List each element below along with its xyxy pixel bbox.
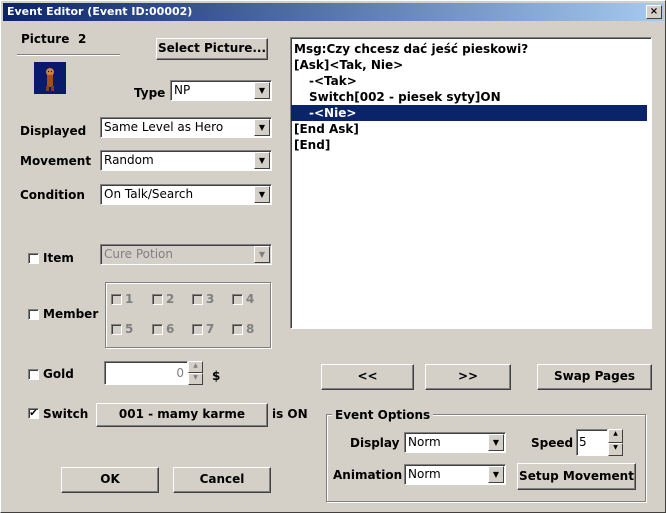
gold-input[interactable]: 0 [104,361,188,385]
member-slot-1-checkbox[interactable] [111,294,122,305]
member-slot-5-checkbox[interactable] [111,324,122,335]
movement-label: Movement [20,154,92,168]
item-checkbox[interactable] [28,253,39,264]
dropdown-arrow-icon[interactable]: ▼ [254,152,270,169]
display-label: Display [350,436,400,450]
condition-value: On Talk/Search [104,187,194,201]
dropdown-arrow-icon[interactable]: ▼ [488,466,504,483]
animation-label: Animation [333,468,403,482]
next-page-button[interactable]: >> [425,364,511,390]
condition-select[interactable]: On Talk/Search ▼ [100,184,272,205]
member-slot-3-label: 3 [206,292,215,306]
cancel-button[interactable]: Cancel [173,467,271,493]
gold-label: Gold [43,367,74,381]
member-slot-7-label: 7 [206,322,215,336]
item-label: Item [43,251,74,265]
item-select[interactable]: Cure Potion ▼ [100,244,272,265]
displayed-select[interactable]: Same Level as Hero ▼ [100,117,272,138]
member-slot-4-label: 4 [246,292,255,306]
spin-down-icon[interactable]: ▼ [608,442,623,456]
select-picture-button[interactable]: Select Picture... [156,38,268,60]
command-line-nie[interactable]: -<Nie> [291,105,647,121]
title-bar[interactable]: Event Editor (Event ID:00002) × [3,3,664,21]
type-select[interactable]: NP ▼ [170,80,272,101]
dog-sprite-icon [46,68,54,91]
displayed-label: Displayed [20,124,87,138]
dropdown-arrow-icon[interactable]: ▼ [488,434,504,451]
picture-divider [17,54,120,56]
animation-select[interactable]: Norm ▼ [404,464,506,485]
spin-down-icon[interactable]: ▼ [188,373,203,385]
member-slot-6-label: 6 [166,322,175,336]
switch-label: Switch [43,407,89,421]
type-label: Type [134,86,166,100]
command-line-tak[interactable]: -<Tak> [291,73,647,89]
picture-number: 2 [78,32,87,46]
close-icon[interactable]: × [646,5,662,19]
animation-value: Norm [408,467,441,481]
speed-input[interactable]: 5 [576,429,608,456]
display-select[interactable]: Norm ▼ [404,432,506,453]
ok-button[interactable]: OK [61,467,159,493]
gold-value: 0 [176,366,184,380]
dropdown-arrow-icon[interactable]: ▼ [254,119,270,136]
command-line-ask[interactable]: [Ask]<Tak, Nie> [291,57,647,73]
event-options-title: Event Options [332,408,434,422]
speed-label: Speed [531,436,574,450]
window-title: Event Editor (Event ID:00002) [7,5,193,18]
event-sprite-image [34,62,66,94]
display-value: Norm [408,435,441,449]
command-line-msg[interactable]: Msg:Czy chcesz dać jeść pieskowi? [291,41,647,57]
item-value: Cure Potion [104,247,173,261]
member-slot-5-label: 5 [125,322,134,336]
member-slot-3-checkbox[interactable] [192,294,203,305]
dropdown-arrow-icon[interactable]: ▼ [254,186,270,203]
event-editor-window: Event Editor (Event ID:00002) × Picture … [0,0,666,513]
switch-select-button[interactable]: 001 - mamy karme [96,403,268,427]
movement-select[interactable]: Random ▼ [100,150,272,171]
gold-checkbox[interactable] [28,369,39,380]
condition-label: Condition [20,188,85,202]
dropdown-arrow-icon[interactable]: ▼ [254,246,270,263]
gold-spinner[interactable]: ▲ ▼ [188,361,203,385]
member-slots-group: 1 2 3 4 5 6 7 8 [105,282,271,348]
event-commands-list[interactable]: Msg:Czy chcesz dać jeść pieskowi? [Ask]<… [290,37,652,329]
movement-value: Random [104,153,154,167]
member-slot-2-checkbox[interactable] [152,294,163,305]
type-value: NP [174,83,191,97]
command-line-end[interactable]: [End] [291,137,647,153]
switch-suffix: is ON [272,407,308,421]
member-slot-6-checkbox[interactable] [152,324,163,335]
spin-up-icon[interactable]: ▲ [608,429,623,443]
member-slot-8-checkbox[interactable] [232,324,243,335]
setup-movement-button[interactable]: Setup Movement [517,463,636,490]
spin-up-icon[interactable]: ▲ [188,361,203,373]
member-slot-7-checkbox[interactable] [192,324,203,335]
switch-checkbox[interactable]: ✔ [28,408,39,419]
command-line-end-ask[interactable]: [End Ask] [291,121,647,137]
member-slot-2-label: 2 [166,292,175,306]
member-slot-4-checkbox[interactable] [232,294,243,305]
member-label: Member [43,307,99,321]
speed-spinner[interactable]: ▲ ▼ [608,429,623,456]
prev-page-button[interactable]: << [321,364,414,390]
swap-pages-button[interactable]: Swap Pages [537,364,652,390]
displayed-value: Same Level as Hero [104,120,224,134]
dropdown-arrow-icon[interactable]: ▼ [254,82,270,99]
picture-label: Picture [21,32,70,46]
command-line-switch[interactable]: Switch[002 - piesek syty]ON [291,89,647,105]
member-checkbox[interactable] [28,309,39,320]
gold-unit: $ [212,369,221,383]
member-slot-1-label: 1 [125,292,134,306]
member-slot-8-label: 8 [246,322,255,336]
speed-value: 5 [579,435,587,449]
